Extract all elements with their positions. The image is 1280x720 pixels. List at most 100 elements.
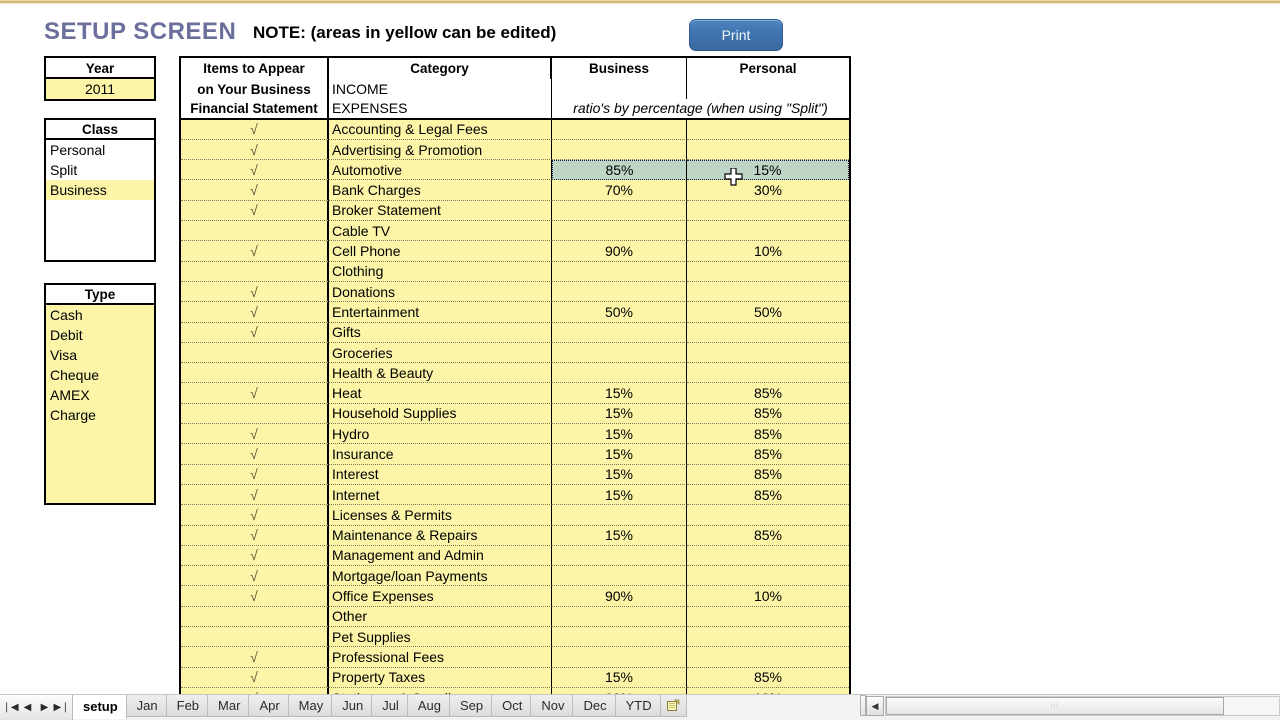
row-business-percent[interactable]: 15% — [552, 525, 687, 546]
sheet-tab-nov[interactable]: Nov — [531, 695, 574, 717]
row-checkmark-icon[interactable]: √ — [181, 667, 329, 688]
type-option-charge[interactable]: Charge — [46, 405, 154, 425]
sheet-tab-feb[interactable]: Feb — [166, 695, 209, 717]
sheet-tab-setup[interactable]: setup — [73, 695, 127, 719]
row-category-label[interactable]: Household Supplies — [329, 403, 552, 425]
row-checkmark-icon[interactable]: √ — [181, 545, 329, 567]
row-check-cell-empty[interactable] — [181, 606, 329, 628]
row-category-label[interactable]: Health & Beauty — [329, 363, 552, 384]
row-personal-percent[interactable]: 10% — [687, 586, 849, 607]
row-business-percent[interactable] — [552, 200, 687, 222]
first-sheet-button[interactable]: ❘◀ — [2, 702, 19, 713]
row-personal-percent[interactable] — [687, 606, 849, 628]
row-checkmark-icon[interactable]: √ — [181, 200, 329, 222]
row-business-percent[interactable] — [552, 363, 687, 384]
row-personal-percent[interactable] — [687, 281, 849, 303]
prev-sheet-button[interactable]: ◀ — [19, 702, 36, 713]
row-business-percent[interactable] — [552, 139, 687, 161]
row-business-percent[interactable] — [552, 261, 687, 282]
row-business-percent[interactable]: 15% — [552, 424, 687, 445]
row-category-label[interactable]: Broker Statement — [329, 200, 552, 222]
row-business-percent[interactable]: 70% — [552, 180, 687, 201]
row-personal-percent[interactable]: 15% — [687, 160, 849, 181]
row-category-label[interactable]: Automotive — [329, 160, 552, 181]
row-checkmark-icon[interactable]: √ — [181, 139, 329, 161]
row-business-percent[interactable] — [552, 647, 687, 668]
row-personal-percent[interactable]: 85% — [687, 403, 849, 425]
row-business-percent[interactable] — [552, 119, 687, 140]
row-category-label[interactable]: Professional Fees — [329, 647, 552, 668]
row-check-cell-empty[interactable] — [181, 221, 329, 242]
row-category-label[interactable]: Gifts — [329, 322, 552, 343]
row-category-label[interactable]: Office Expenses — [329, 586, 552, 607]
row-checkmark-icon[interactable]: √ — [181, 119, 329, 140]
row-category-label[interactable]: Maintenance & Repairs — [329, 525, 552, 546]
row-category-label[interactable]: Hydro — [329, 424, 552, 445]
row-personal-percent[interactable] — [687, 200, 849, 222]
year-input[interactable]: 2011 — [46, 79, 154, 99]
row-personal-percent[interactable] — [687, 221, 849, 242]
row-checkmark-icon[interactable]: √ — [181, 241, 329, 262]
row-category-label[interactable]: Management and Admin — [329, 545, 552, 567]
row-category-label[interactable]: Property Taxes — [329, 667, 552, 688]
print-button[interactable]: Print — [689, 19, 783, 51]
row-business-percent[interactable]: 15% — [552, 383, 687, 404]
row-personal-percent[interactable] — [687, 627, 849, 648]
row-check-cell-empty[interactable] — [181, 363, 329, 384]
row-personal-percent[interactable]: 85% — [687, 484, 849, 506]
row-checkmark-icon[interactable]: √ — [181, 464, 329, 485]
row-business-percent[interactable]: 15% — [552, 667, 687, 688]
row-personal-percent[interactable] — [687, 261, 849, 282]
row-checkmark-icon[interactable]: √ — [181, 647, 329, 668]
row-business-percent[interactable]: 15% — [552, 444, 687, 465]
sheet-tab-ytd[interactable]: YTD — [615, 695, 661, 717]
row-personal-percent[interactable] — [687, 322, 849, 343]
row-category-label[interactable]: Other — [329, 606, 552, 628]
row-checkmark-icon[interactable]: √ — [181, 484, 329, 506]
row-checkmark-icon[interactable]: √ — [181, 444, 329, 465]
type-option-cheque[interactable]: Cheque — [46, 365, 154, 385]
insert-worksheet-icon[interactable] — [660, 695, 687, 717]
class-option-split[interactable]: Split — [46, 160, 154, 180]
row-business-percent[interactable] — [552, 322, 687, 343]
row-checkmark-icon[interactable]: √ — [181, 424, 329, 445]
type-option-visa[interactable]: Visa — [46, 345, 154, 365]
horizontal-scrollbar[interactable]: ◀ ⦙⦙⦙ — [866, 695, 1280, 717]
next-sheet-button[interactable]: ▶ — [36, 702, 53, 713]
row-category-label[interactable]: Groceries — [329, 342, 552, 364]
row-personal-percent[interactable]: 85% — [687, 383, 849, 404]
row-check-cell-empty[interactable] — [181, 261, 329, 282]
row-check-cell-empty[interactable] — [181, 342, 329, 364]
type-option-debit[interactable]: Debit — [46, 325, 154, 345]
row-category-label[interactable]: Interest — [329, 464, 552, 485]
row-personal-percent[interactable] — [687, 363, 849, 384]
row-checkmark-icon[interactable]: √ — [181, 281, 329, 303]
row-business-percent[interactable]: 50% — [552, 302, 687, 323]
row-personal-percent[interactable]: 85% — [687, 444, 849, 465]
row-personal-percent[interactable]: 50% — [687, 302, 849, 323]
row-checkmark-icon[interactable]: √ — [181, 383, 329, 404]
row-checkmark-icon[interactable]: √ — [181, 525, 329, 546]
row-business-percent[interactable]: 15% — [552, 403, 687, 425]
row-business-percent[interactable] — [552, 606, 687, 628]
row-personal-percent[interactable] — [687, 545, 849, 567]
row-business-percent[interactable] — [552, 221, 687, 242]
income-personal-cell[interactable] — [687, 79, 849, 100]
row-category-label[interactable]: Internet — [329, 484, 552, 506]
row-personal-percent[interactable]: 85% — [687, 464, 849, 485]
row-personal-percent[interactable] — [687, 139, 849, 161]
row-checkmark-icon[interactable]: √ — [181, 180, 329, 201]
row-category-label[interactable]: Cable TV — [329, 221, 552, 242]
row-business-percent[interactable] — [552, 627, 687, 648]
row-checkmark-icon[interactable]: √ — [181, 302, 329, 323]
row-personal-percent[interactable] — [687, 505, 849, 526]
row-business-percent[interactable] — [552, 505, 687, 526]
sheet-tab-dec[interactable]: Dec — [573, 695, 616, 717]
row-business-percent[interactable] — [552, 566, 687, 587]
hscroll-thumb[interactable]: ⦙⦙⦙ — [886, 697, 1224, 715]
income-business-cell[interactable] — [552, 79, 687, 100]
row-category-label[interactable]: Cell Phone — [329, 241, 552, 262]
sheet-tab-sep[interactable]: Sep — [449, 695, 493, 717]
row-category-label[interactable]: Clothing — [329, 261, 552, 282]
row-checkmark-icon[interactable]: √ — [181, 566, 329, 587]
